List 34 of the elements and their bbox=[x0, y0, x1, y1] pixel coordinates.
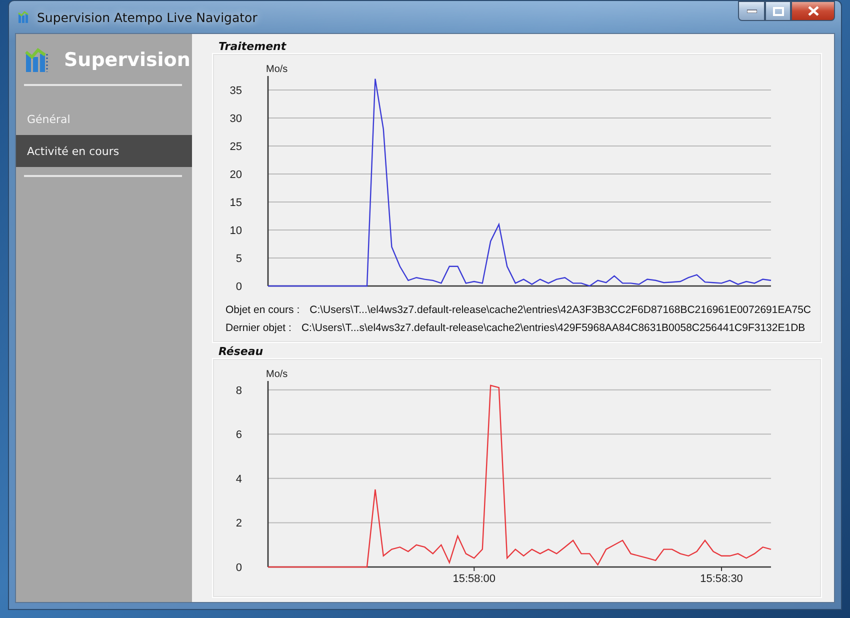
maximize-icon bbox=[772, 6, 784, 16]
axis-label: 15:58:30 bbox=[700, 573, 744, 585]
panel-title: Traitement bbox=[217, 40, 286, 53]
close-icon bbox=[808, 6, 818, 16]
axis-label: 20 bbox=[230, 169, 242, 181]
axis-title: Mo/s bbox=[266, 64, 288, 75]
detail-label: Dernier objet : bbox=[225, 322, 292, 334]
axis-label: 2 bbox=[236, 518, 242, 530]
close-button[interactable] bbox=[791, 1, 835, 21]
axis-label: 35 bbox=[230, 85, 242, 97]
maximize-button[interactable] bbox=[765, 1, 791, 21]
axis-label: 0 bbox=[236, 562, 242, 574]
axis-label: 6 bbox=[236, 429, 242, 442]
detail-label: Objet en cours : bbox=[225, 304, 300, 316]
axis-label: 15 bbox=[230, 197, 242, 209]
minimize-button[interactable] bbox=[738, 1, 765, 21]
axis-title: Mo/s bbox=[266, 369, 288, 380]
axis-label: 15:58:00 bbox=[453, 573, 496, 585]
axis-label: 25 bbox=[230, 141, 242, 153]
minimize-icon bbox=[746, 9, 756, 13]
axis-label: 5 bbox=[236, 253, 242, 265]
logo-icon bbox=[24, 46, 50, 74]
axis-label: 10 bbox=[230, 225, 242, 237]
file-path: C:\Users\T...\el4ws3z7.default-release\cache2\entries\42A3F3B3CC2F6D87168BC216961E0072691EA75C bbox=[310, 304, 811, 316]
sidebar-title: Supervision bbox=[64, 49, 190, 71]
file-path: C:\Users\T...s\el4ws3z7.default-release\cache2\entries\429F5968AA84C8631B0058C256441C9F3132E1DB bbox=[301, 322, 806, 334]
sidebar-item[interactable]: Activité en cours bbox=[16, 135, 192, 167]
panel-title: Réseau bbox=[217, 345, 264, 358]
axis-label: 8 bbox=[236, 384, 242, 397]
axis-label: 4 bbox=[236, 473, 242, 486]
app-icon bbox=[17, 10, 31, 24]
axis-label: 0 bbox=[236, 281, 242, 293]
axis-label: 30 bbox=[230, 113, 242, 125]
window-title: Supervision Atempo Live Navigator bbox=[37, 10, 258, 24]
